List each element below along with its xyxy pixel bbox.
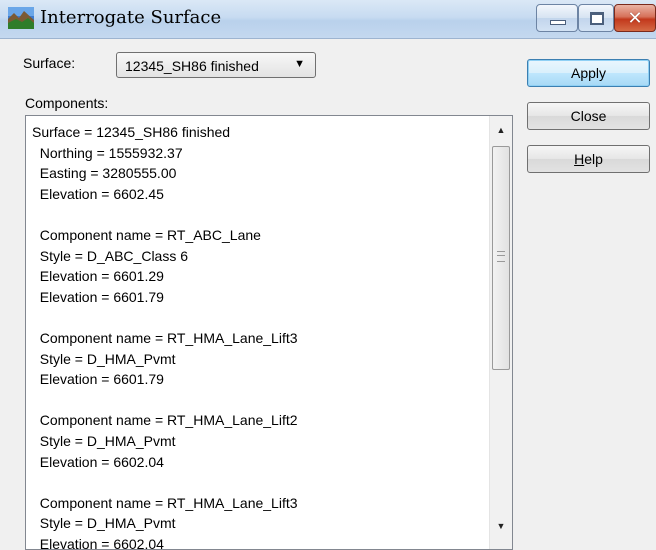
help-button[interactable]: Help (527, 145, 650, 173)
list-item: Northing = 1555932.37 (32, 144, 183, 161)
surface-selected-value: 12345_SH86 finished (125, 58, 259, 74)
list-item: Style = D_HMA_Pvmt (32, 350, 176, 367)
components-list: Surface = 12345_SH86 finished Northing =… (32, 122, 482, 550)
apply-button[interactable]: Apply (527, 59, 650, 87)
list-item: Style = D_ABC_Class 6 (32, 247, 189, 264)
maximize-button[interactable] (578, 4, 614, 32)
list-item: Elevation = 6601.79 (32, 288, 164, 305)
minimize-button[interactable] (536, 4, 578, 32)
list-item: Easting = 3280555.00 (32, 165, 177, 182)
help-mnemonic: H (574, 151, 585, 167)
list-item: Elevation = 6602.04 (32, 535, 164, 550)
list-item (32, 472, 482, 493)
list-item: Component name = RT_ABC_Lane (32, 226, 261, 243)
list-item: Component name = RT_HMA_Lane_Lift3 (32, 329, 298, 346)
list-item: Component name = RT_HMA_Lane_Lift3 (32, 494, 298, 511)
list-item (32, 204, 482, 225)
app-icon (8, 7, 34, 29)
window-title: Interrogate Surface (40, 7, 222, 28)
scroll-down-icon[interactable]: ▼ (490, 516, 512, 536)
components-label: Components: (25, 95, 109, 111)
list-item: Elevation = 6601.79 (32, 371, 164, 388)
list-item: Surface = 12345_SH86 finished (32, 124, 231, 140)
close-window-button[interactable]: ✕ (614, 4, 656, 32)
minimize-icon (550, 20, 566, 25)
list-item: Elevation = 6601.29 (32, 268, 164, 285)
components-listbox[interactable]: Surface = 12345_SH86 finished Northing =… (25, 115, 513, 550)
list-item: Style = D_HMA_Pvmt (32, 432, 176, 449)
list-item (32, 390, 482, 411)
vertical-scrollbar[interactable]: ▲ ▼ (489, 116, 512, 549)
close-icon: ✕ (627, 8, 643, 28)
chevron-down-icon: ▼ (294, 58, 305, 70)
maximize-icon (590, 12, 604, 25)
scroll-thumb[interactable] (492, 146, 510, 370)
title-bar[interactable]: Interrogate Surface ✕ (0, 0, 656, 39)
list-item: Component name = RT_HMA_Lane_Lift2 (32, 412, 298, 429)
scroll-grip-icon (497, 251, 505, 262)
help-label-rest: elp (584, 151, 603, 167)
list-item: Elevation = 6602.04 (32, 453, 164, 470)
list-item: Style = D_HMA_Pvmt (32, 515, 176, 532)
surface-label: Surface: (23, 55, 76, 71)
close-button[interactable]: Close (527, 102, 650, 130)
list-item (32, 307, 482, 328)
scroll-up-icon[interactable]: ▲ (490, 120, 512, 140)
list-item: Elevation = 6602.45 (32, 185, 164, 202)
surface-dropdown[interactable]: 12345_SH86 finished ▼ (116, 52, 316, 78)
